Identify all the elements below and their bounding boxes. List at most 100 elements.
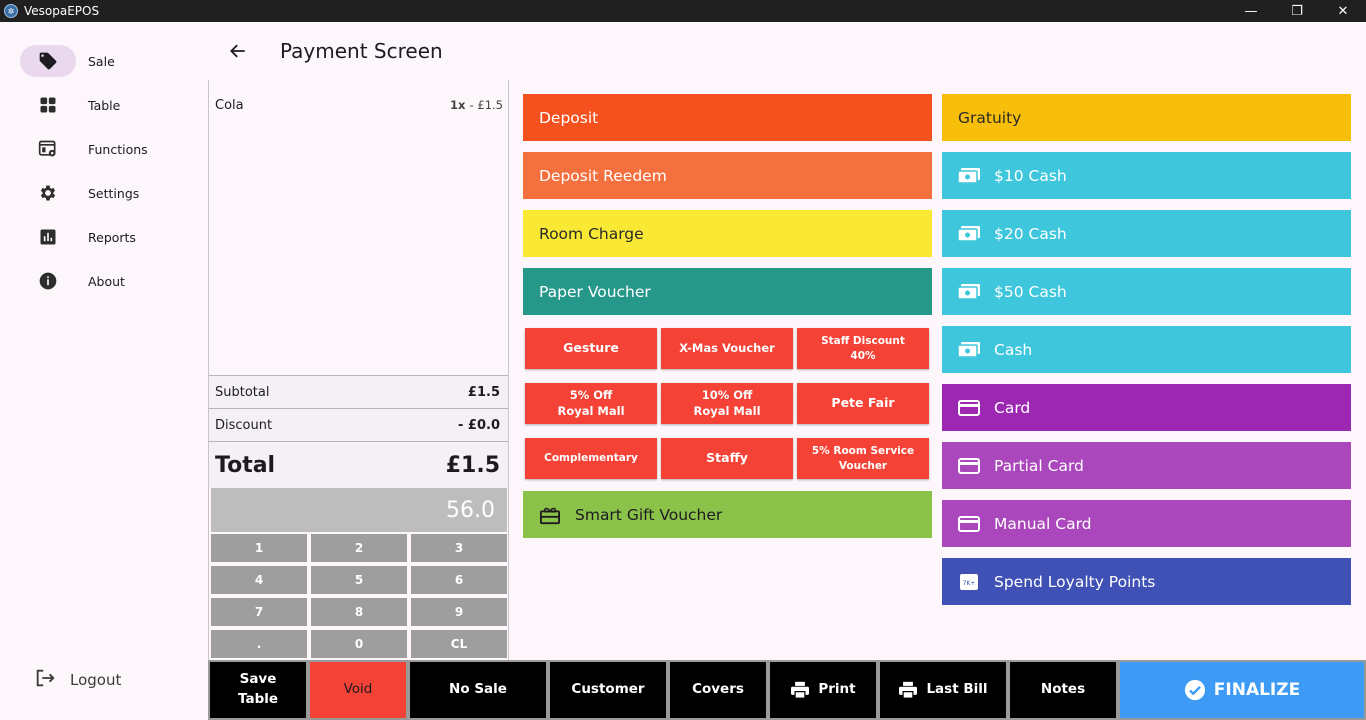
- cash-button[interactable]: Cash: [942, 326, 1351, 373]
- loyalty-label: Spend Loyalty Points: [994, 572, 1156, 591]
- discount-label: Pete Fair: [831, 395, 895, 411]
- sidebar-item-label: Settings: [88, 185, 140, 201]
- cash-50-button[interactable]: $50 Cash: [942, 268, 1351, 315]
- discount-staff-40-button[interactable]: Staff Discount 40%: [797, 328, 929, 369]
- total-row: Total £1.5: [209, 441, 508, 488]
- cash-10-button[interactable]: $10 Cash: [942, 152, 1351, 199]
- discount-xmas-voucher-button[interactable]: X-Mas Voucher: [661, 328, 793, 369]
- smart-gift-voucher-button[interactable]: Smart Gift Voucher: [523, 491, 932, 538]
- key-1[interactable]: 1: [211, 534, 307, 562]
- discount-pete-fair-button[interactable]: Pete Fair: [797, 383, 929, 424]
- gratuity-button[interactable]: Gratuity: [942, 94, 1351, 141]
- discount-staffy-button[interactable]: Staffy: [661, 438, 793, 479]
- sidebar-item-functions[interactable]: Functions: [20, 133, 200, 165]
- key-9[interactable]: 9: [411, 598, 507, 626]
- notes-button[interactable]: Notes: [1010, 662, 1116, 718]
- deposit-button[interactable]: Deposit: [523, 94, 932, 141]
- discount-10-royal-mall-button[interactable]: 10% Off Royal Mall: [661, 383, 793, 424]
- check-circle-icon: [1184, 679, 1206, 701]
- sidebar-item-reports[interactable]: Reports: [20, 221, 200, 253]
- discount-label: Staffy: [706, 450, 748, 466]
- manual-card-button[interactable]: Manual Card: [942, 500, 1351, 547]
- key-decimal[interactable]: .: [211, 630, 307, 658]
- save-table-label: Save: [239, 671, 277, 688]
- key-5[interactable]: 5: [311, 566, 407, 594]
- void-label: Void: [343, 681, 373, 698]
- sidebar: Sale Table Functions Settings Reports Ab…: [0, 22, 208, 720]
- cash-50-label: $50 Cash: [994, 282, 1067, 301]
- last-bill-label: Last Bill: [926, 681, 988, 698]
- no-sale-button[interactable]: No Sale: [410, 662, 546, 718]
- subtotal-label: Subtotal: [215, 384, 270, 400]
- discount-label: Discount: [215, 417, 273, 433]
- key-0[interactable]: 0: [311, 630, 407, 658]
- keypad: 1 2 3 4 5 6 7 8 9 . 0 CL: [211, 534, 507, 658]
- gratuity-label: Gratuity: [958, 108, 1022, 127]
- key-2[interactable]: 2: [311, 534, 407, 562]
- card-button[interactable]: Card: [942, 384, 1351, 431]
- printer-icon: [898, 681, 918, 699]
- deposit-redeem-label: Deposit Reedem: [539, 166, 667, 185]
- functions-icon: [20, 133, 76, 165]
- svg-text:7K+: 7K+: [963, 580, 976, 587]
- print-button[interactable]: Print: [770, 662, 876, 718]
- customer-button[interactable]: Customer: [550, 662, 666, 718]
- room-charge-label: Room Charge: [539, 224, 644, 243]
- save-table-label-line2: Table: [237, 691, 279, 707]
- logout-button[interactable]: Logout: [34, 667, 121, 693]
- cash-icon: [958, 225, 980, 243]
- discount-label-line2: Royal Mall: [693, 403, 761, 418]
- discount-gesture-button[interactable]: Gesture: [525, 328, 657, 369]
- smart-gift-label: Smart Gift Voucher: [575, 505, 723, 524]
- last-bill-button[interactable]: Last Bill: [880, 662, 1006, 718]
- partial-card-button[interactable]: Partial Card: [942, 442, 1351, 489]
- customer-label: Customer: [571, 681, 645, 698]
- printer-icon: [790, 681, 810, 699]
- deposit-redeem-button[interactable]: Deposit Reedem: [523, 152, 932, 199]
- paper-voucher-label: Paper Voucher: [539, 282, 651, 301]
- restore-button[interactable]: ❐: [1274, 0, 1320, 22]
- deposit-label: Deposit: [539, 108, 599, 127]
- void-button[interactable]: Void: [310, 662, 406, 718]
- sidebar-item-table[interactable]: Table: [20, 89, 200, 121]
- discount-label: Complementary: [544, 452, 638, 465]
- discount-label-line2: 40%: [850, 349, 876, 362]
- loyalty-points-button[interactable]: 7K+ Spend Loyalty Points: [942, 558, 1351, 605]
- gear-icon: [20, 177, 76, 209]
- discount-label: X-Mas Voucher: [679, 340, 775, 355]
- room-charge-button[interactable]: Room Charge: [523, 210, 932, 257]
- key-4[interactable]: 4: [211, 566, 307, 594]
- discount-label: 5% Room Service: [811, 445, 915, 458]
- tag-icon: [20, 45, 76, 77]
- order-line-item[interactable]: Cola 1x - £1.5: [215, 98, 503, 113]
- close-button[interactable]: ✕: [1320, 0, 1366, 22]
- key-7[interactable]: 7: [211, 598, 307, 626]
- key-6[interactable]: 6: [411, 566, 507, 594]
- sidebar-item-sale[interactable]: Sale: [20, 45, 200, 77]
- discount-room-service-button[interactable]: 5% Room Service Voucher: [797, 438, 929, 479]
- grid-icon: [20, 89, 76, 121]
- key-8[interactable]: 8: [311, 598, 407, 626]
- loyalty-card-icon: 7K+: [958, 573, 980, 591]
- bar-chart-icon: [20, 221, 76, 253]
- discount-5-royal-mall-button[interactable]: 5% Off Royal Mall: [525, 383, 657, 424]
- cash-icon: [958, 167, 980, 185]
- sidebar-item-settings[interactable]: Settings: [20, 177, 200, 209]
- cash-20-button[interactable]: $20 Cash: [942, 210, 1351, 257]
- discount-label: Staff Discount: [821, 335, 905, 348]
- order-panel: Cola 1x - £1.5 Subtotal £1.5 Discount - …: [208, 80, 509, 660]
- key-clear[interactable]: CL: [411, 630, 507, 658]
- paper-voucher-button[interactable]: Paper Voucher: [523, 268, 932, 315]
- finalize-button[interactable]: FINALIZE: [1120, 662, 1364, 718]
- discount-complementary-button[interactable]: Complementary: [525, 438, 657, 479]
- total-label: Total: [215, 452, 276, 478]
- key-3[interactable]: 3: [411, 534, 507, 562]
- no-sale-label: No Sale: [449, 681, 507, 698]
- sidebar-item-about[interactable]: About: [20, 265, 200, 297]
- covers-button[interactable]: Covers: [670, 662, 766, 718]
- save-table-button[interactable]: Save Table: [210, 662, 306, 718]
- back-arrow-icon[interactable]: [226, 39, 250, 63]
- page-title: Payment Screen: [280, 39, 443, 63]
- minimize-button[interactable]: —: [1228, 0, 1274, 22]
- title-bar: ✲ VesopaEPOS — ❐ ✕: [0, 0, 1366, 22]
